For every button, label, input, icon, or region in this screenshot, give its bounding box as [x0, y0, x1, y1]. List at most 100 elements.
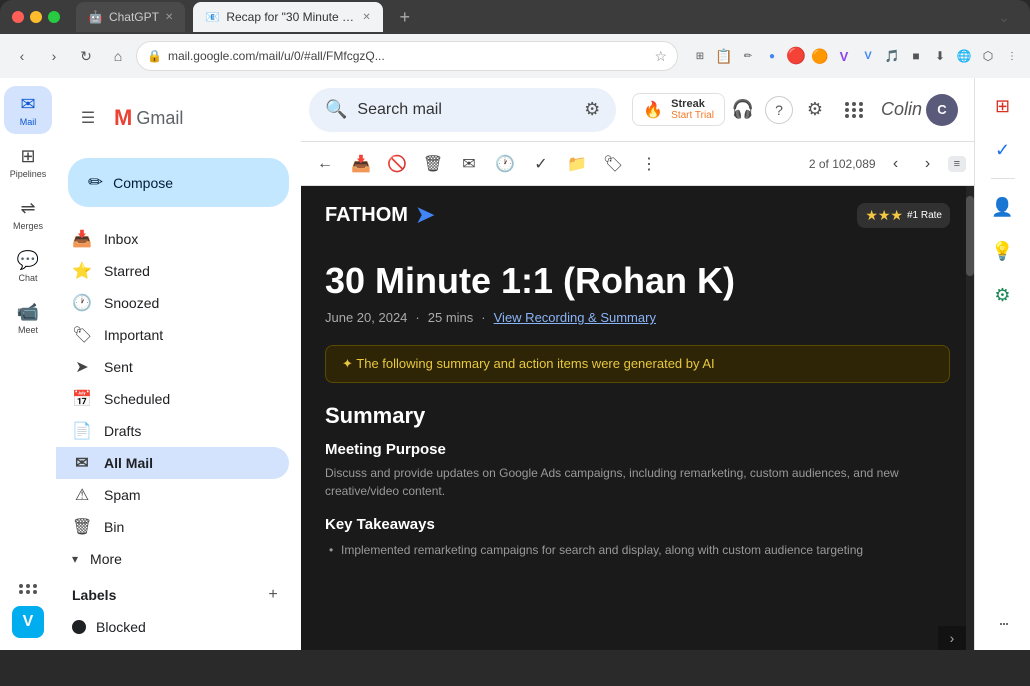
important-label: Important: [104, 327, 273, 343]
gmail-tab-close[interactable]: ✕: [362, 12, 370, 23]
ext-icon-2[interactable]: 📋: [714, 46, 734, 66]
label-blocked[interactable]: Blocked: [56, 611, 301, 643]
contacts-app-button[interactable]: 👤: [983, 187, 1023, 227]
maximize-button[interactable]: [48, 11, 60, 23]
ext-icon-4[interactable]: ●: [762, 46, 782, 66]
keep-app-button[interactable]: 💡: [983, 231, 1023, 271]
ext-icon-11[interactable]: ⬇: [930, 46, 950, 66]
snooze-button[interactable]: 🕐: [489, 148, 521, 180]
top-right-icons: 🎧 ? ⚙: [725, 92, 966, 128]
more-actions-button[interactable]: ⋮: [633, 148, 665, 180]
ext-icon-3[interactable]: ✏: [738, 46, 758, 66]
apps-grid-icon[interactable]: [15, 580, 42, 598]
next-email-button[interactable]: ›: [916, 152, 940, 176]
report-spam-button[interactable]: 🚫: [381, 148, 413, 180]
ext-icon-6[interactable]: 🟠: [810, 46, 830, 66]
meeting-title: 30 Minute 1:1 (Rohan K): [325, 260, 950, 302]
headphones-button[interactable]: 🎧: [725, 92, 761, 128]
mark-unread-button[interactable]: ✉: [453, 148, 485, 180]
user-signature[interactable]: Colin: [881, 99, 922, 120]
task-button[interactable]: ✓: [525, 148, 557, 180]
forward-button[interactable]: ›: [40, 42, 68, 70]
settings-button[interactable]: ⚙: [797, 92, 833, 128]
apps-more-button[interactable]: ···: [998, 613, 1007, 634]
sidebar-item-mail[interactable]: ✉ Mail: [4, 86, 52, 134]
sidebar-item-meet[interactable]: 📹 Meet: [4, 294, 52, 342]
nav-item-important[interactable]: 🏷 Important: [56, 319, 289, 351]
nav-item-inbox[interactable]: 📥 Inbox: [56, 223, 289, 255]
nav-item-snoozed[interactable]: 🕐 Snoozed: [56, 287, 289, 319]
email-toolbar: ← 📥 🚫 🗑 ✉ 🕐 ✓ 📁 🏷 ⋮ 2 of 102,089 ‹ › ≡: [301, 142, 974, 186]
streak-widget[interactable]: 🔥 Streak Start Trial: [632, 93, 725, 126]
nav-item-allmail[interactable]: ✉ All Mail: [56, 447, 289, 479]
help-button[interactable]: ?: [765, 96, 793, 124]
nav-item-spam[interactable]: ⚠ Spam: [56, 479, 289, 511]
nav-item-more[interactable]: ▾ More: [56, 543, 289, 575]
archive-button[interactable]: 📥: [345, 148, 377, 180]
prev-email-button[interactable]: ‹: [884, 152, 908, 176]
minimize-button[interactable]: [30, 11, 42, 23]
search-bar[interactable]: 🔍 Search mail ⚙: [309, 88, 616, 132]
traffic-lights: [12, 11, 60, 23]
tasks-app-button[interactable]: ✓: [983, 130, 1023, 170]
compose-label: Compose: [113, 175, 173, 191]
ext-icon-12[interactable]: 🌐: [954, 46, 974, 66]
search-input[interactable]: Search mail: [357, 101, 574, 119]
sidebar-item-chat[interactable]: 💬 Chat: [4, 242, 52, 290]
close-button[interactable]: [12, 11, 24, 23]
cog-app-button[interactable]: ⚙: [983, 275, 1023, 315]
streak-label: Streak: [671, 98, 714, 110]
allmail-icon: ✉: [72, 453, 92, 473]
ext-icon-10[interactable]: ■: [906, 46, 926, 66]
browser-chrome: 🤖 ChatGPT ✕ 📧 Recap for "30 Minute 1:1 (…: [0, 0, 1030, 78]
hamburger-menu[interactable]: ☰: [72, 102, 104, 134]
add-label-button[interactable]: +: [261, 583, 285, 607]
move-to-button[interactable]: 📁: [561, 148, 593, 180]
back-to-list-button[interactable]: ←: [309, 148, 341, 180]
expand-email-button[interactable]: ›: [938, 626, 966, 650]
view-selector[interactable]: ≡: [948, 156, 966, 172]
ext-icon-7[interactable]: V: [834, 46, 854, 66]
new-tab-button[interactable]: +: [391, 3, 419, 31]
tab-chatgpt[interactable]: 🤖 ChatGPT ✕: [76, 2, 185, 32]
more-extensions-icon[interactable]: ⋮: [1002, 46, 1022, 66]
sidebar-item-pipelines[interactable]: ⊞ Pipelines: [4, 138, 52, 186]
ext-icon-1[interactable]: ⊞: [690, 46, 710, 66]
labels-title: Labels: [72, 587, 116, 603]
label-button[interactable]: 🏷: [597, 148, 629, 180]
calendar-app-button[interactable]: ⊞: [983, 86, 1023, 126]
delete-button[interactable]: 🗑: [417, 148, 449, 180]
reload-button[interactable]: ↻: [72, 42, 100, 70]
nav-item-drafts[interactable]: 📄 Drafts: [56, 415, 289, 447]
compose-button[interactable]: ✏ Compose: [68, 158, 289, 207]
tab-gmail[interactable]: 📧 Recap for "30 Minute 1:1 (Ro... ✕: [193, 2, 382, 32]
venmo-button[interactable]: V: [12, 606, 44, 638]
gmail-text: Gmail: [136, 108, 183, 129]
label-colinscotland[interactable]: colinscotland@mac.com: [56, 643, 301, 650]
ext-icon-13[interactable]: ⬡: [978, 46, 998, 66]
sidebar-item-merges[interactable]: ⇌ Merges: [4, 190, 52, 238]
bookmark-icon: ☆: [654, 48, 667, 65]
search-filter-icon[interactable]: ⚙: [584, 99, 600, 120]
email-scrollbar[interactable]: [966, 186, 974, 650]
streak-banner[interactable]: 🔥 Streak Start Trial: [632, 93, 725, 126]
back-button[interactable]: ‹: [8, 42, 36, 70]
apps-button[interactable]: [837, 92, 873, 128]
address-bar[interactable]: 🔒 mail.google.com/mail/u/0/#all/FMfcgzQ.…: [136, 41, 678, 71]
view-recording-link[interactable]: View Recording & Summary: [494, 310, 656, 325]
nav-item-bin[interactable]: 🗑 Bin: [56, 511, 289, 543]
home-button[interactable]: ⌂: [104, 42, 132, 70]
email-count-display: 2 of 102,089 ‹ › ≡: [809, 152, 966, 176]
chatgpt-tab-close[interactable]: ✕: [165, 12, 173, 23]
tab-menu-button[interactable]: ⌄: [990, 3, 1018, 31]
ext-icon-5[interactable]: 🔴: [786, 46, 806, 66]
merges-label: Merges: [13, 221, 43, 231]
ext-icon-8[interactable]: V: [858, 46, 878, 66]
nav-item-starred[interactable]: ⭐ Starred: [56, 255, 289, 287]
email-scrollbar-thumb[interactable]: [966, 196, 974, 276]
nav-item-scheduled[interactable]: 📅 Scheduled: [56, 383, 289, 415]
summary-section-title: Summary: [325, 403, 950, 429]
ext-icon-9[interactable]: 🎵: [882, 46, 902, 66]
user-avatar[interactable]: C: [926, 94, 958, 126]
nav-item-sent[interactable]: ➤ Sent: [56, 351, 289, 383]
